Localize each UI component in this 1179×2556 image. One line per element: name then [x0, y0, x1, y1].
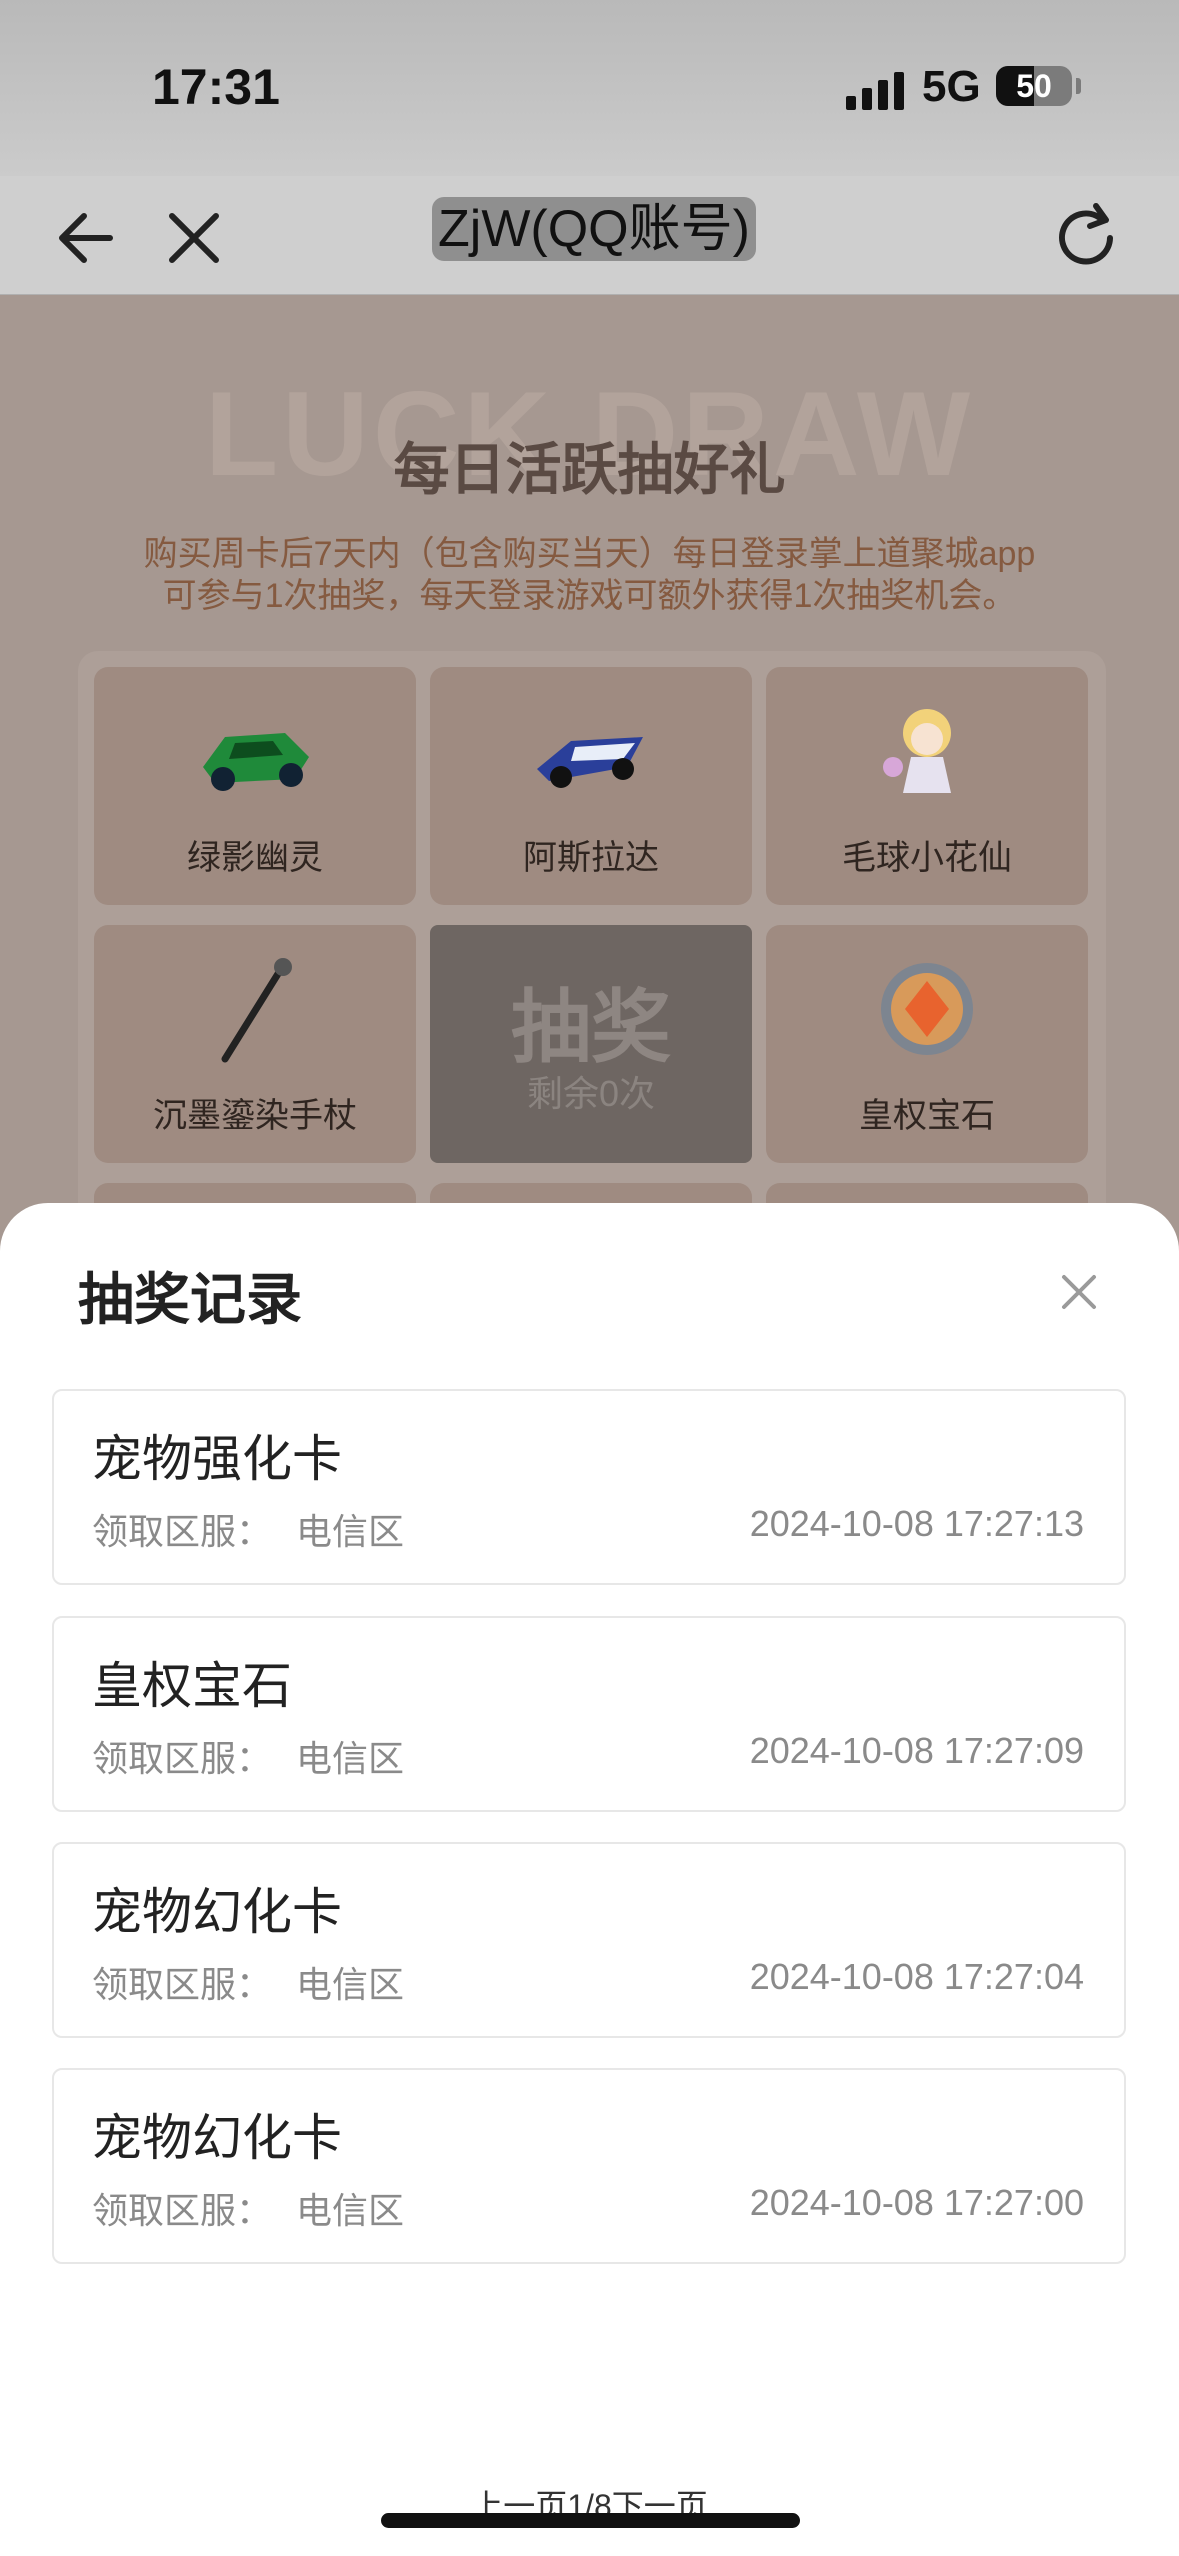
record-prize-name: 宠物幻化卡: [92, 1884, 342, 1940]
record-time: 2024-10-08 17:27:00: [749, 2182, 1084, 2223]
network-type: 5G: [922, 62, 981, 111]
sheet-close-icon[interactable]: [1054, 1267, 1104, 1317]
record-server-label: 领取区服：: [92, 1511, 273, 1552]
gem-icon: [881, 963, 973, 1055]
battery-icon: 50: [996, 66, 1072, 106]
event-description-line1: 购买周卡后7天内（包含购买当天）每日登录掌上道聚城app: [143, 535, 1036, 573]
record-item: 宠物强化卡 领取区服： 电信区 2024-10-08 17:27:13: [52, 1389, 1126, 1585]
green-car-icon: [203, 733, 309, 791]
prize-label: 阿斯拉达: [523, 839, 659, 877]
draw-button-label: 抽奖: [511, 983, 671, 1072]
prize-tile[interactable]: 毛球小花仙: [766, 667, 1088, 905]
page-title: ZjW(QQ账号): [432, 197, 756, 261]
record-server: 领取区服： 电信区: [92, 2182, 404, 2234]
refresh-icon[interactable]: [1048, 198, 1128, 278]
record-server-label: 领取区服：: [92, 1964, 273, 2005]
event-description: 购买周卡后7天内（包含购买当天）每日登录掌上道聚城app 可参与1次抽奖，每天登…: [100, 533, 1079, 617]
prize-label: 沉墨鎏染手杖: [153, 1097, 357, 1135]
home-indicator[interactable]: [381, 2513, 800, 2528]
prize-tile[interactable]: 皇权宝石: [766, 925, 1088, 1163]
record-prize-name: 宠物强化卡: [92, 1431, 342, 1487]
staff-icon: [221, 958, 292, 1063]
record-item: 宠物幻化卡 领取区服： 电信区 2024-10-08 17:27:04: [52, 1842, 1126, 2038]
close-icon[interactable]: [154, 198, 234, 278]
record-prize-name: 皇权宝石: [92, 1658, 292, 1714]
back-icon[interactable]: [50, 198, 130, 278]
prize-tile[interactable]: 沉墨鎏染手杖: [94, 925, 416, 1163]
signal-icon: [846, 70, 906, 110]
event-description-line2: 可参与1次抽奖，每天登录游戏可额外获得1次抽奖机会。: [162, 577, 1017, 615]
record-server: 领取区服： 电信区: [92, 1956, 404, 2008]
prize-tile[interactable]: 绿影幽灵: [94, 667, 416, 905]
record-server-label: 领取区服：: [92, 2190, 273, 2231]
fairy-icon: [883, 709, 951, 793]
record-item: 皇权宝石 领取区服： 电信区 2024-10-08 17:27:09: [52, 1616, 1126, 1812]
event-title: 每日活跃抽好礼: [393, 438, 786, 501]
battery-tip: [1076, 78, 1081, 94]
record-server: 领取区服： 电信区: [92, 1503, 404, 1555]
record-server-label: 领取区服：: [92, 1738, 273, 1779]
draw-record-sheet: 抽奖记录 宠物强化卡 领取区服： 电信区 2024-10-08 17:27:13…: [0, 1203, 1179, 2556]
record-prize-name: 宠物幻化卡: [92, 2110, 342, 2166]
record-time: 2024-10-08 17:27:13: [749, 1503, 1084, 1544]
draw-button[interactable]: 抽奖 剩余0次: [430, 925, 752, 1163]
record-server-value: 电信区: [296, 1738, 405, 1779]
record-time: 2024-10-08 17:27:04: [749, 1956, 1084, 1997]
nav-bar: ZjW(QQ账号): [0, 176, 1179, 295]
status-bar: 17:31 5G 50: [0, 0, 1179, 176]
record-time: 2024-10-08 17:27:09: [749, 1730, 1084, 1771]
prize-tile[interactable]: 阿斯拉达: [430, 667, 752, 905]
blue-car-icon: [537, 737, 643, 788]
prize-label: 绿影幽灵: [187, 839, 323, 877]
sheet-title: 抽奖记录: [78, 1268, 302, 1331]
battery-level: 50: [1016, 68, 1052, 104]
prize-label: 毛球小花仙: [842, 839, 1012, 877]
record-server-value: 电信区: [296, 2190, 405, 2231]
prize-label: 皇权宝石: [859, 1097, 995, 1135]
record-server-value: 电信区: [296, 1511, 405, 1552]
record-server: 领取区服： 电信区: [92, 1730, 404, 1782]
record-server-value: 电信区: [296, 1964, 405, 2005]
draw-remaining: 剩余0次: [526, 1073, 656, 1114]
status-time: 17:31: [152, 59, 280, 115]
record-item: 宠物幻化卡 领取区服： 电信区 2024-10-08 17:27:00: [52, 2068, 1126, 2264]
